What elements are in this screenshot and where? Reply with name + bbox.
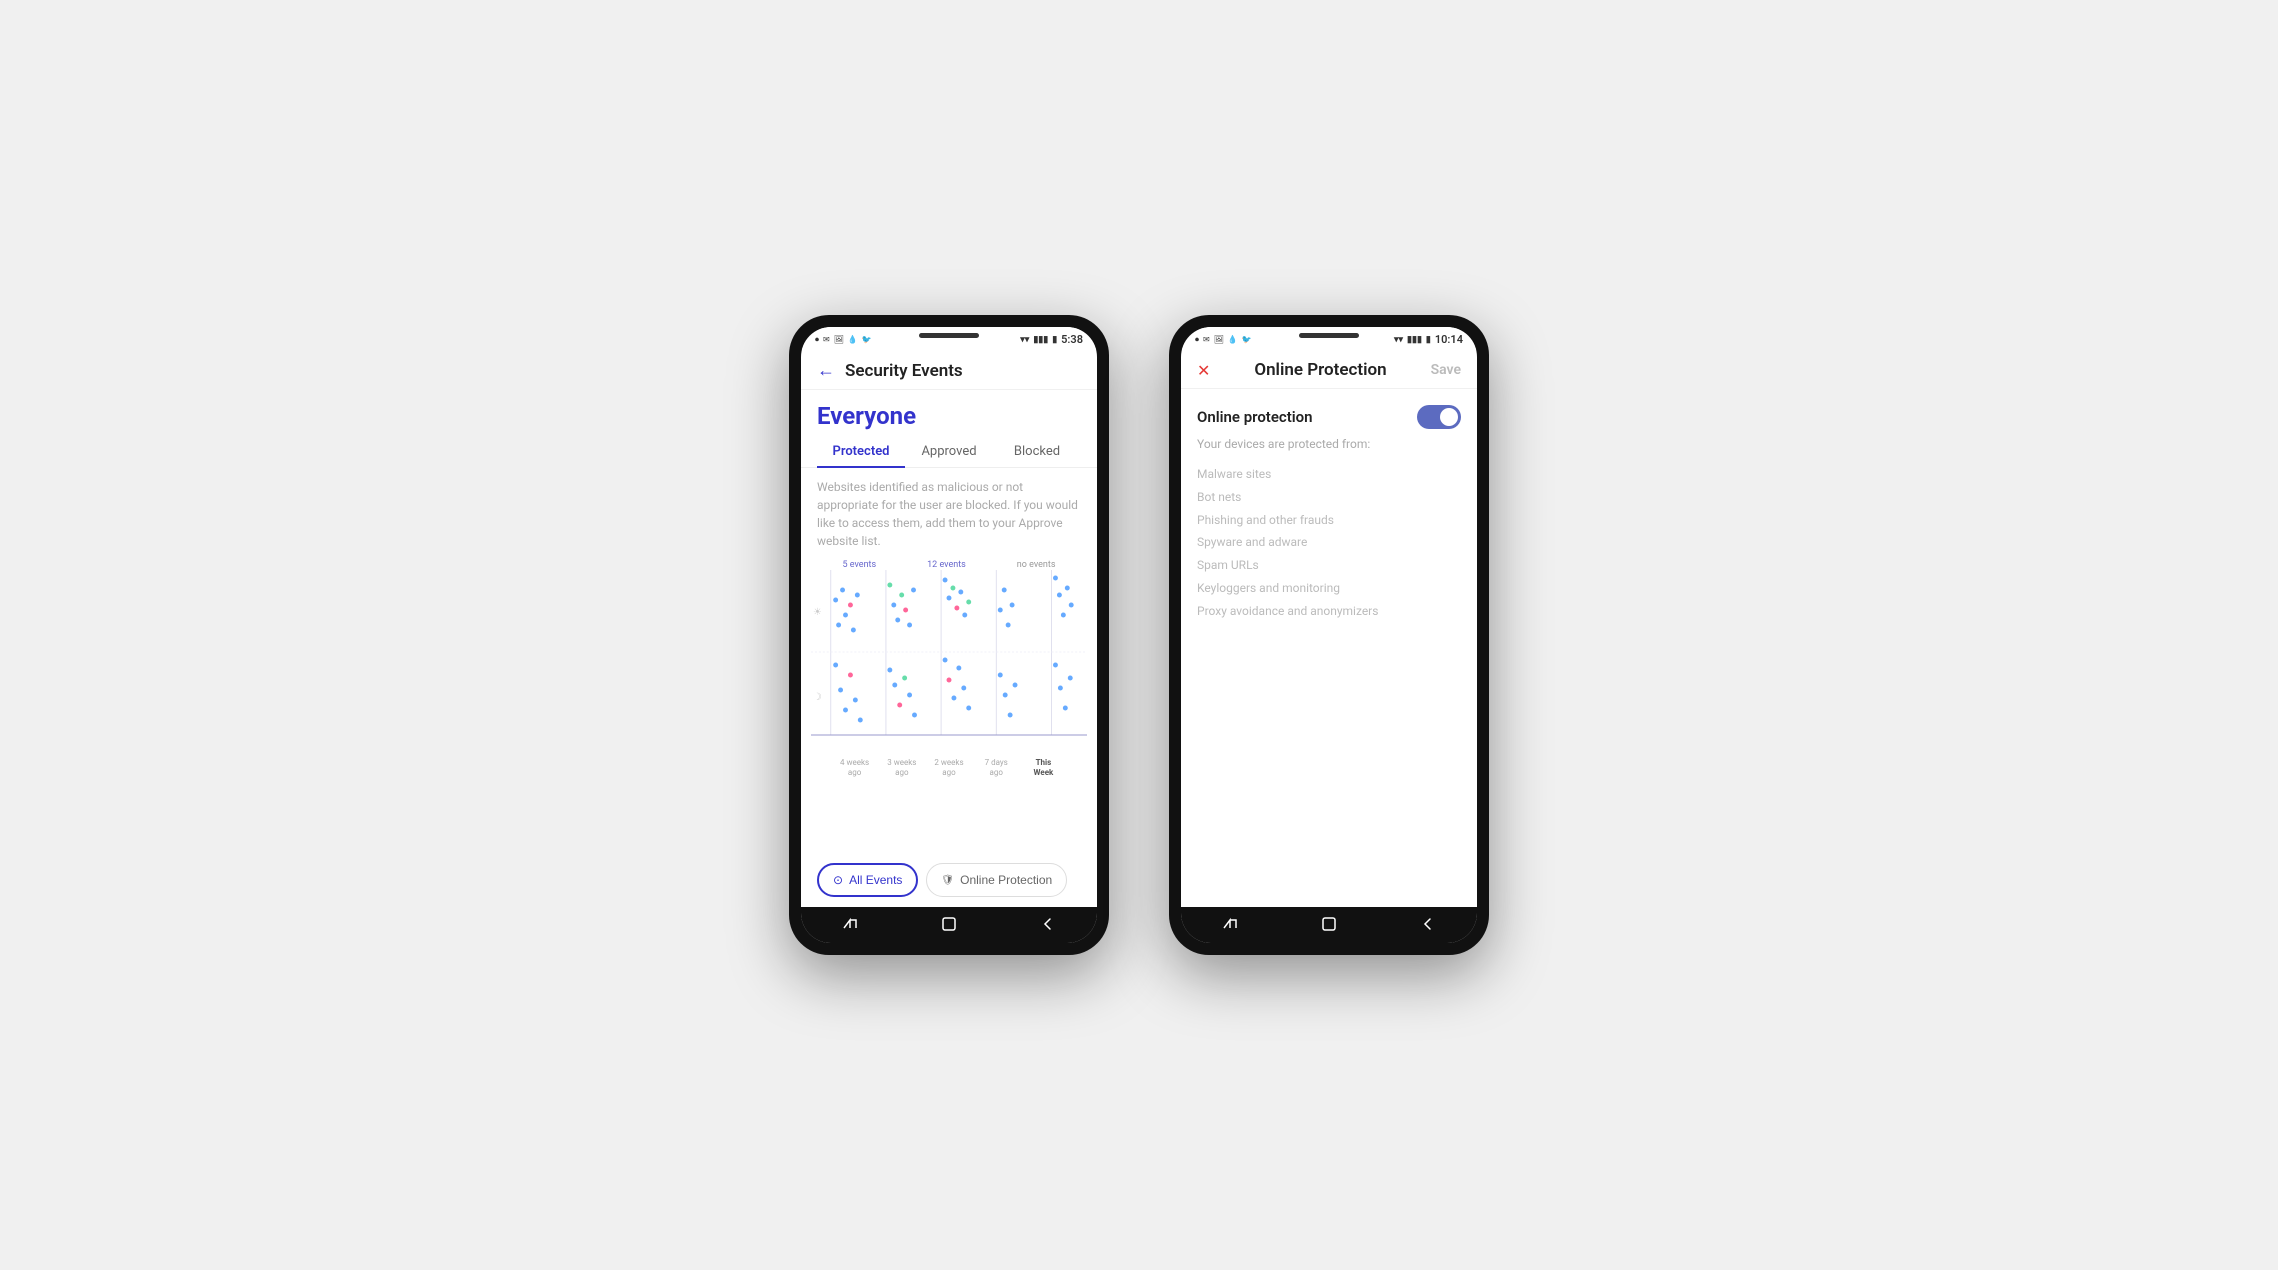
tab-approved[interactable]: Approved bbox=[905, 436, 993, 467]
app-title-2: Online Protection bbox=[1254, 360, 1386, 380]
status-bar-2: ⏺ ✉ 🖼 💧 🐦 ▾▾ ▮▮▮ ▮ 10:14 bbox=[1181, 327, 1477, 350]
spotify-icon: ⏺ bbox=[815, 335, 819, 345]
x-label-0: 4 weeksago bbox=[831, 758, 878, 779]
droplet-icon-2: 💧 bbox=[1228, 335, 1238, 344]
nav-home-button-2[interactable] bbox=[1320, 915, 1338, 933]
tab-description: Websites identified as malicious or not … bbox=[801, 468, 1097, 560]
signal-indicator: ▮▮▮ bbox=[1033, 335, 1048, 345]
chart-area: ☀ ☽ bbox=[801, 570, 1097, 853]
list-item-keyloggers: Keyloggers and monitoring bbox=[1197, 577, 1461, 600]
status-right-2: ▾▾ ▮▮▮ ▮ 10:14 bbox=[1394, 333, 1463, 346]
status-left-1: ⏺ ✉ 🖼 💧 🐦 bbox=[815, 335, 872, 345]
tab-blocked[interactable]: Blocked bbox=[993, 436, 1081, 467]
tab-protected[interactable]: Protected bbox=[817, 436, 905, 467]
nav-recent-button[interactable] bbox=[841, 915, 859, 933]
phone1-screen: ← Security Events Everyone Protected App… bbox=[801, 350, 1097, 907]
x-label-1: 3 weeksago bbox=[878, 758, 925, 779]
protection-toggle-row: Online protection bbox=[1181, 389, 1477, 437]
event-label-0: 5 events bbox=[842, 560, 876, 570]
app-title-1: Security Events bbox=[845, 361, 963, 381]
shield-icon: 🛡 bbox=[941, 875, 954, 886]
all-events-icon: ⊙ bbox=[833, 873, 843, 887]
wifi-indicator: ▾▾ bbox=[1020, 335, 1029, 345]
app-header-2: ✕ Online Protection Save bbox=[1181, 350, 1477, 389]
photo-icon-2: 🖼 bbox=[1214, 335, 1224, 344]
svg-text:☽: ☽ bbox=[813, 692, 822, 703]
all-events-label: All Events bbox=[849, 873, 902, 887]
msg-icon-2: ✉ bbox=[1203, 335, 1210, 344]
section-heading: Everyone bbox=[801, 390, 1097, 436]
twitter-icon-2: 🐦 bbox=[1242, 335, 1252, 344]
status-bar-1: ⏺ ✉ 🖼 💧 🐦 ▾▾ ▮▮▮ ▮ 5:38 bbox=[801, 327, 1097, 350]
twitter-icon: 🐦 bbox=[862, 335, 872, 344]
status-right-1: ▾▾ ▮▮▮ ▮ 5:38 bbox=[1020, 333, 1083, 346]
nav-recent-button-2[interactable] bbox=[1221, 915, 1239, 933]
signal-indicator-2: ▮▮▮ bbox=[1407, 335, 1422, 345]
list-item-botnets: Bot nets bbox=[1197, 486, 1461, 509]
nav-bar-2 bbox=[1181, 907, 1477, 943]
list-item-spyware: Spyware and adware bbox=[1197, 531, 1461, 554]
all-events-button[interactable]: ⊙ All Events bbox=[817, 863, 918, 897]
droplet-icon: 💧 bbox=[848, 335, 858, 344]
wifi-indicator-2: ▾▾ bbox=[1394, 335, 1403, 345]
online-protection-label-1: Online Protection bbox=[960, 873, 1052, 887]
bottom-buttons: ⊙ All Events 🛡 Online Protection bbox=[801, 853, 1097, 907]
protection-list: Malware sites Bot nets Phishing and othe… bbox=[1181, 463, 1477, 623]
app-header-1: ← Security Events bbox=[801, 350, 1097, 390]
nav-back-button[interactable] bbox=[1039, 915, 1057, 933]
online-protection-toggle[interactable] bbox=[1417, 405, 1461, 429]
nav-back-button-2[interactable] bbox=[1419, 915, 1437, 933]
protection-subtitle: Your devices are protected from: bbox=[1181, 437, 1477, 463]
list-item-proxy: Proxy avoidance and anonymizers bbox=[1197, 600, 1461, 623]
phone2-screen: ✕ Online Protection Save Online protecti… bbox=[1181, 350, 1477, 907]
nav-bar-1 bbox=[801, 907, 1097, 943]
time-display-1: 5:38 bbox=[1061, 333, 1083, 346]
back-button[interactable]: ← bbox=[817, 360, 835, 381]
status-left-2: ⏺ ✉ 🖼 💧 🐦 bbox=[1195, 335, 1252, 345]
svg-text:☀: ☀ bbox=[813, 607, 822, 618]
msg-icon: ✉ bbox=[823, 335, 830, 344]
phone2-inner: ⏺ ✉ 🖼 💧 🐦 ▾▾ ▮▮▮ ▮ 10:14 ✕ On bbox=[1181, 327, 1477, 943]
save-button[interactable]: Save bbox=[1431, 362, 1461, 378]
nav-home-button[interactable] bbox=[940, 915, 958, 933]
list-item-phishing: Phishing and other frauds bbox=[1197, 509, 1461, 532]
online-protection-button-1[interactable]: 🛡 Online Protection bbox=[926, 863, 1067, 897]
speaker bbox=[919, 333, 979, 338]
chart-x-axis: 4 weeksago 3 weeksago 2 weeksago 7 daysa… bbox=[811, 754, 1087, 779]
time-display-2: 10:14 bbox=[1435, 333, 1463, 346]
speaker-2 bbox=[1299, 333, 1359, 338]
phone1-inner: ⏺ ✉ 🖼 💧 🐦 ▾▾ ▮▮▮ ▮ 5:38 ← Secu bbox=[801, 327, 1097, 943]
list-item-malware: Malware sites bbox=[1197, 463, 1461, 486]
phone1: ⏺ ✉ 🖼 💧 🐦 ▾▾ ▮▮▮ ▮ 5:38 ← Secu bbox=[789, 315, 1109, 955]
event-label-1: 12 events bbox=[927, 560, 966, 570]
x-label-3: 7 daysago bbox=[973, 758, 1020, 779]
x-label-4: ThisWeek bbox=[1020, 758, 1067, 779]
scene: ⏺ ✉ 🖼 💧 🐦 ▾▾ ▮▮▮ ▮ 5:38 ← Secu bbox=[749, 275, 1529, 995]
close-button[interactable]: ✕ bbox=[1197, 361, 1210, 380]
spotify-icon-2: ⏺ bbox=[1195, 335, 1199, 345]
phone2: ⏺ ✉ 🖼 💧 🐦 ▾▾ ▮▮▮ ▮ 10:14 ✕ On bbox=[1169, 315, 1489, 955]
photo-icon: 🖼 bbox=[834, 335, 844, 344]
x-label-2: 2 weeksago bbox=[925, 758, 972, 779]
dot-chart-svg: ☀ ☽ bbox=[811, 570, 1087, 760]
tabs-container: Protected Approved Blocked bbox=[801, 436, 1097, 468]
chart-event-labels: 5 events 12 events no events bbox=[801, 560, 1097, 570]
battery-indicator: ▮ bbox=[1052, 335, 1057, 345]
list-item-spam: Spam URLs bbox=[1197, 554, 1461, 577]
event-label-2: no events bbox=[1017, 560, 1056, 570]
protection-toggle-label: Online protection bbox=[1197, 408, 1313, 426]
battery-indicator-2: ▮ bbox=[1426, 335, 1431, 345]
